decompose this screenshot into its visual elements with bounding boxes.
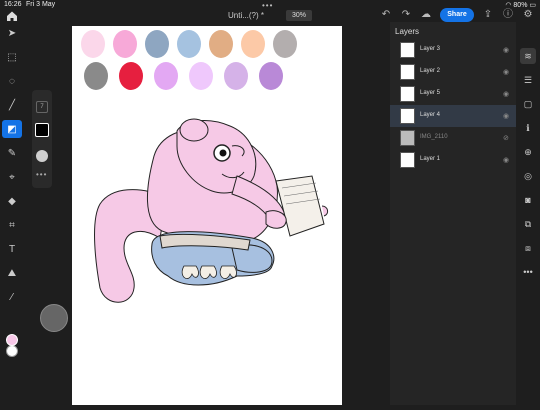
drawing-canvas[interactable] — [72, 26, 342, 405]
eye-icon[interactable]: ◉ — [503, 90, 509, 98]
eye-icon[interactable]: ◉ — [503, 112, 509, 120]
color-swatch — [189, 62, 213, 90]
visibility-icon[interactable]: ◎ — [520, 168, 536, 184]
right-toolbar: ≋ ☰ ▢ ℹ ⊕ ◎ ◙ ⧉ ⧈ ••• — [516, 22, 540, 405]
layer-thumbnail — [400, 42, 415, 58]
layer-thumbnail — [400, 152, 415, 168]
zoom-level[interactable]: 30% — [286, 10, 312, 21]
blend-icon[interactable]: ⧈ — [520, 240, 536, 256]
color-swatch — [113, 30, 137, 58]
layer-thumbnail — [400, 64, 415, 80]
brush-options-panel: 7 ••• — [32, 90, 52, 188]
help-icon[interactable]: ⓘ — [502, 9, 514, 21]
layer-name: Layer 5 — [420, 90, 441, 96]
layer-name: Layer 4 — [420, 112, 441, 118]
color-swatch — [259, 62, 283, 90]
fill-tool-icon[interactable]: ◆ — [2, 192, 22, 210]
eye-hidden-icon[interactable]: ⊘ — [503, 134, 509, 142]
more-options-icon[interactable]: ••• — [36, 170, 47, 179]
fx-icon[interactable]: ⧉ — [520, 216, 536, 232]
layer-row[interactable]: Layer 2 ◉ — [390, 61, 516, 83]
layer-row[interactable]: Layer 5 ◉ — [390, 83, 516, 105]
foreground-color-swatch[interactable] — [6, 334, 18, 346]
home-icon[interactable] — [6, 9, 18, 21]
stamp-tool-icon[interactable]: ⌖ — [2, 168, 22, 186]
layer-thumbnail — [400, 108, 415, 124]
layer-name: Layer 1 — [420, 156, 441, 162]
redo-icon[interactable]: ↷ — [400, 9, 412, 21]
color-swatch — [273, 30, 297, 58]
cloud-icon[interactable]: ☁ — [420, 9, 432, 21]
export-icon[interactable]: ⇪ — [482, 9, 494, 21]
color-swatch — [84, 62, 108, 90]
color-swatch — [241, 30, 265, 58]
brush-tip-swatch[interactable] — [35, 123, 49, 137]
add-layer-icon[interactable]: ⊕ — [520, 144, 536, 160]
eye-icon[interactable]: ◉ — [503, 68, 509, 76]
knot-shape-2 — [219, 265, 237, 279]
eyedropper-tool-icon[interactable]: ⁄ — [2, 288, 22, 306]
smudge-tool-icon[interactable]: ✎ — [2, 144, 22, 162]
type-tool-icon[interactable]: T — [2, 240, 22, 258]
eye-icon[interactable]: ◉ — [503, 46, 509, 54]
brush-size-field[interactable]: 7 — [36, 101, 48, 113]
more-icon[interactable]: ••• — [520, 264, 536, 280]
color-swatch — [224, 62, 248, 90]
layer-row[interactable]: Layer 3 ◉ — [390, 39, 516, 61]
knot-shape-3 — [181, 265, 199, 279]
transform-tool-icon[interactable]: ⬚ — [2, 48, 22, 66]
settings-gear-icon[interactable]: ⚙ — [522, 9, 534, 21]
left-toolbar: ➤ ⬚ ◌ ╱ ◩ ✎ ⌖ ◆ ⌗ T ⛰ ⁄ ⇅ — [0, 22, 24, 405]
color-swatch — [145, 30, 169, 58]
brush-tool-icon[interactable]: ╱ — [2, 96, 22, 114]
mask-icon[interactable]: ◙ — [520, 192, 536, 208]
layer-row-selected[interactable]: Layer 4 ◉ — [390, 105, 516, 127]
brush-hardness-icon[interactable] — [36, 150, 48, 162]
layer-name: Layer 2 — [420, 68, 441, 74]
layer-thumbnail — [400, 86, 415, 102]
color-swatch — [177, 30, 201, 58]
layer-thumbnail — [400, 130, 415, 146]
layers-stack-icon[interactable]: ≋ — [520, 48, 536, 64]
artwork — [81, 30, 329, 303]
share-button[interactable]: Share — [440, 8, 474, 22]
knot-shape-1 — [199, 265, 217, 279]
crop-tool-icon[interactable]: ⌗ — [2, 216, 22, 234]
document-title[interactable]: Unti...(?) * — [228, 11, 264, 20]
layer-name: IMG_2110 — [420, 134, 448, 140]
hand-shape-2 — [321, 205, 329, 217]
swatch-row-1 — [81, 30, 297, 58]
pupil-shape — [219, 149, 227, 157]
color-swatch — [81, 30, 105, 58]
comments-icon[interactable]: ▢ — [520, 96, 536, 112]
color-swatch — [154, 62, 178, 90]
background-color-swatch[interactable] — [6, 345, 18, 357]
lasso-tool-icon[interactable]: ◌ — [2, 72, 22, 90]
touch-modifier-button[interactable] — [40, 304, 68, 332]
swatch-row-2 — [84, 62, 283, 90]
eraser-tool-icon[interactable]: ◩ — [2, 120, 22, 138]
ear-shape — [179, 118, 209, 142]
move-tool-icon[interactable]: ➤ — [2, 24, 22, 42]
color-swatch — [119, 62, 143, 90]
layer-name: Layer 3 — [420, 46, 441, 52]
properties-icon[interactable]: ℹ — [520, 120, 536, 136]
adjustments-icon[interactable]: ☰ — [520, 72, 536, 88]
eye-icon[interactable]: ◉ — [503, 156, 509, 164]
place-image-tool-icon[interactable]: ⛰ — [2, 264, 22, 282]
color-swatch — [209, 30, 233, 58]
undo-icon[interactable]: ↶ — [380, 9, 392, 21]
layer-row[interactable]: IMG_2110 ⊘ — [390, 127, 516, 149]
layers-panel-title: Layers — [395, 27, 420, 36]
layers-panel: Layers Layer 3 ◉ Layer 2 ◉ Layer 5 ◉ Lay… — [390, 22, 516, 405]
layer-row[interactable]: Layer 1 ◉ — [390, 149, 516, 171]
